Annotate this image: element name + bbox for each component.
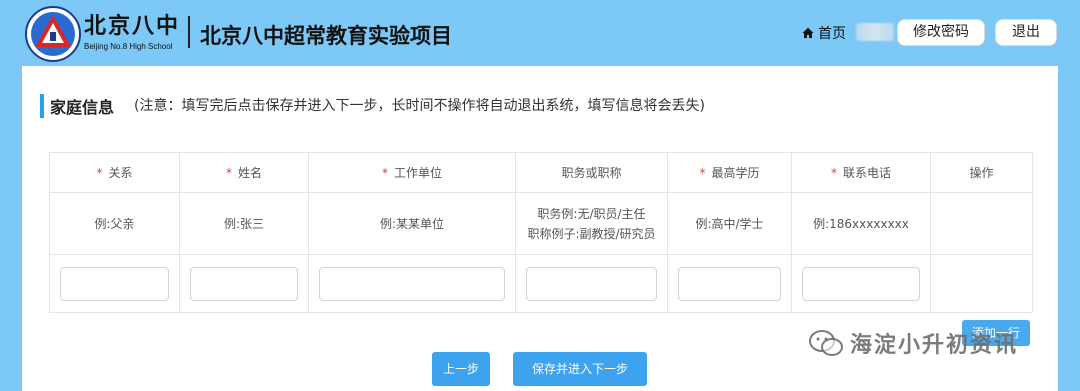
section-title: 家庭信息 [50,98,115,117]
logo-english-name: Beijing No.8 High School [84,42,173,51]
watermark: 海淀小升初资讯 [808,327,1018,359]
wechat-icon [809,330,843,356]
header-name: * 姓名 [179,152,309,193]
logout-button[interactable]: 退出 [995,19,1057,46]
required-mark: * [96,166,103,180]
example-name: 例:张三 [179,192,309,255]
input-row [49,254,1033,313]
example-relation: 例:父亲 [49,192,180,255]
example-title-line2: 职称例子:副教授/研究员 [527,226,656,241]
header-divider [188,16,190,48]
table-header-row: * 关系 * 姓名 * 工作单位 职务或职称 * 最高学历 * 联系电话 操作 [49,152,1033,193]
header-education: * 最高学历 [667,152,792,193]
example-title-line1: 职务例:无/职员/主任 [537,206,646,221]
required-mark: * [225,166,232,180]
school-logo-icon [25,6,81,62]
required-mark: * [699,166,706,180]
row-actions-cell [930,254,1033,313]
home-link[interactable]: 首页 [802,23,846,43]
example-row: 例:父亲 例:张三 例:某某单位 职务例:无/职员/主任 职称例子:副教授/研究… [49,192,1033,255]
example-education: 例:高中/学士 [667,192,792,255]
watermark-text: 海淀小升初资讯 [850,333,1019,358]
name-input[interactable] [190,266,298,301]
home-label: 首页 [818,26,846,42]
change-password-button[interactable]: 修改密码 [897,19,985,46]
header-actions: 操作 [930,152,1033,193]
required-mark: * [381,166,388,180]
job-title-input[interactable] [526,266,657,301]
section-note: (注意：填写完后点击保存并进入下一步，长时间不操作将自动退出系统，填写信息将会丢… [134,98,705,114]
save-and-next-button[interactable]: 保存并进入下一步 [513,352,647,386]
header-title: 职务或职称 [515,152,668,193]
user-name-blurred [856,23,894,41]
example-employer: 例:某某单位 [308,192,516,255]
relation-input[interactable] [60,266,169,301]
phone-input[interactable] [802,266,920,301]
example-phone: 例:186xxxxxxxx [791,192,931,255]
header-employer: * 工作单位 [308,152,516,193]
logo-chinese-name: 北京八中 [84,13,181,39]
required-mark: * [830,166,837,180]
section-accent-bar [40,94,44,118]
home-icon [802,27,814,38]
education-input[interactable] [678,266,781,301]
page-title: 北京八中超常教育实验项目 [200,24,452,48]
employer-input[interactable] [319,266,505,301]
example-actions [930,192,1033,255]
example-title: 职务例:无/职员/主任 职称例子:副教授/研究员 [515,192,668,255]
previous-step-button[interactable]: 上一步 [432,352,490,386]
header-relation: * 关系 [49,152,180,193]
family-info-table: * 关系 * 姓名 * 工作单位 职务或职称 * 最高学历 * 联系电话 操作 例:父亲 … [49,152,1033,313]
header-phone: * 联系电话 [791,152,931,193]
top-header: 北京八中 Beijing No.8 High School 北京八中超常教育实验… [0,0,1080,66]
